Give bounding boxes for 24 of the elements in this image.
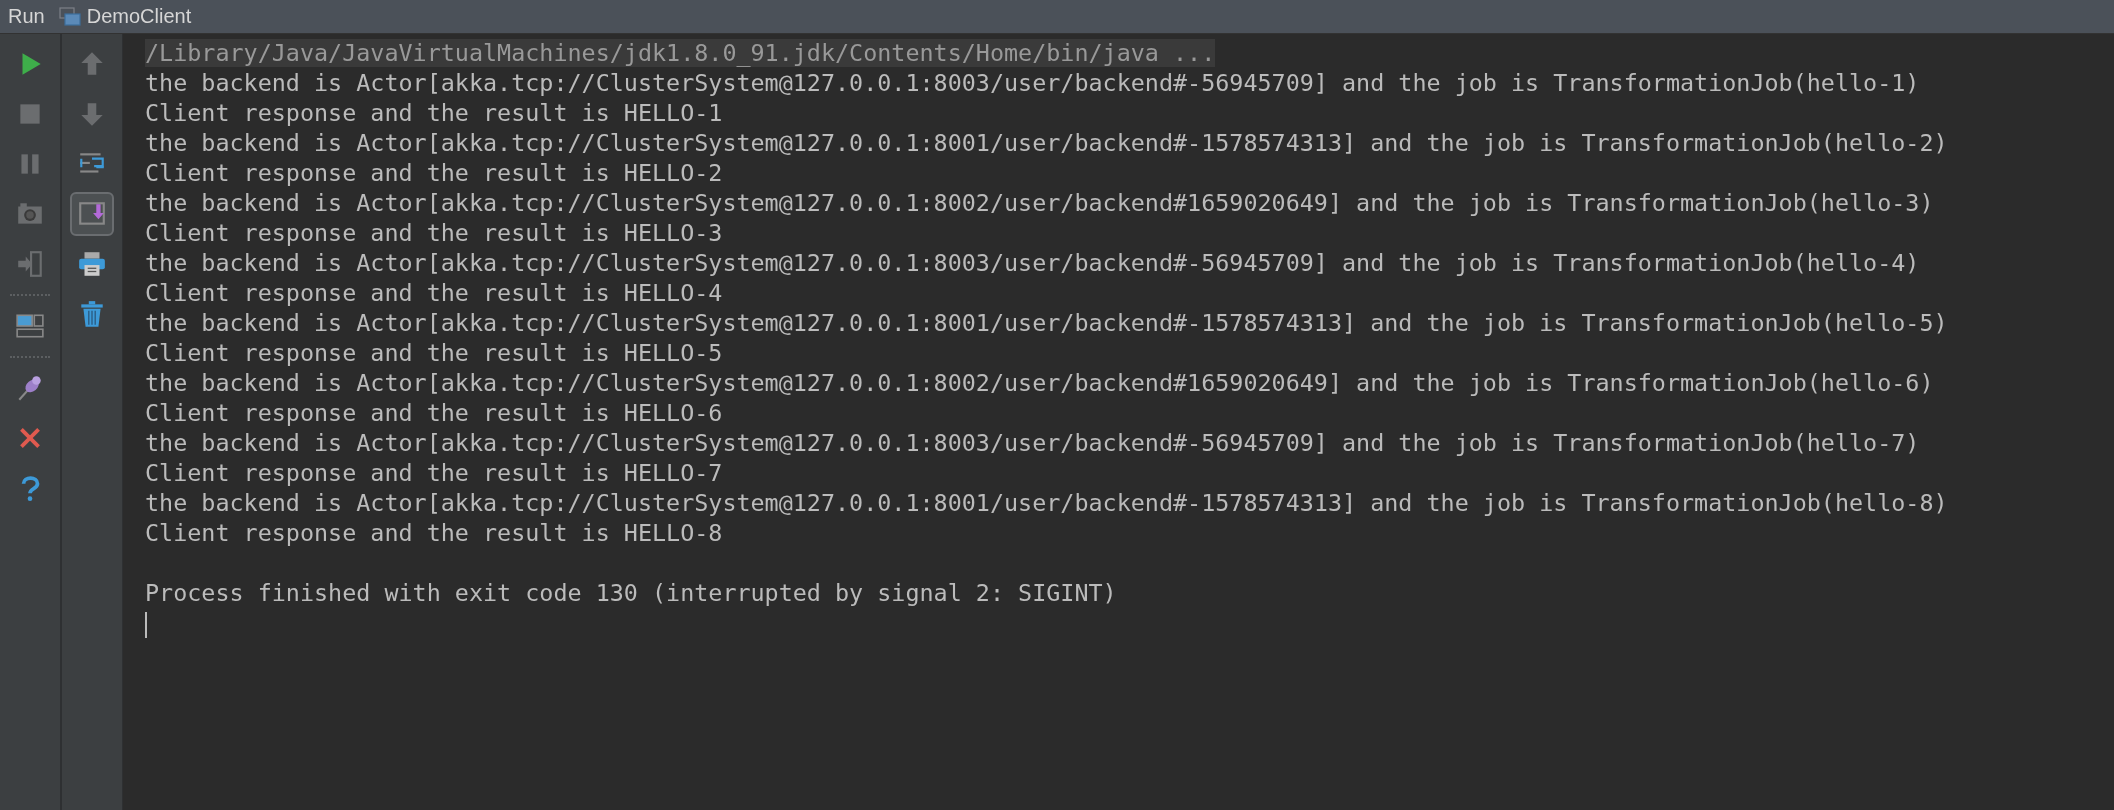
output-line: the backend is Actor[akka.tcp://ClusterSystem@127.0.0.1:8003/user/backend#-56945709] and the job is TransformationJob(hello-1) [145,69,1920,97]
run-configuration-name: DemoClient [86,5,192,28]
output-line: the backend is Actor[akka.tcp://ClusterSystem@127.0.0.1:8002/user/backend#1659020649] and the job is TransformationJob(hello-6) [145,369,1934,397]
output-line: Client response and the result is HELLO-8 [145,519,723,547]
output-line: Client response and the result is HELLO-4 [145,279,723,307]
output-line: Client response and the result is HELLO-6 [145,399,723,427]
output-line: the backend is Actor[akka.tcp://ClusterSystem@127.0.0.1:8001/user/backend#-1578574313] and the job is TransformationJob(hello-8) [145,489,1948,517]
output-line: Process finished with exit code 130 (interrupted by signal 2: SIGINT) [145,579,1117,607]
output-line: Client response and the result is HELLO-3 [145,219,723,247]
print-icon [77,249,107,279]
output-line: the backend is Actor[akka.tcp://ClusterSystem@127.0.0.1:8003/user/backend#-56945709] and the job is TransformationJob(hello-7) [145,429,1920,457]
output-line: Client response and the result is HELLO-5 [145,339,723,367]
exit-icon [15,249,45,279]
tool-window-title: Run [8,5,45,28]
output-line: Client response and the result is HELLO-7 [145,459,723,487]
window-icon [58,6,81,27]
output-line: the backend is Actor[akka.tcp://ClusterSystem@127.0.0.1:8001/user/backend#-1578574313] and the job is TransformationJob(hello-2) [145,129,1948,157]
output-line: Client response and the result is HELLO-1 [145,99,723,127]
output-line: Client response and the result is HELLO-2 [145,159,723,187]
output-line: the backend is Actor[akka.tcp://ClusterSystem@127.0.0.1:8003/user/backend#-56945709] and the job is TransformationJob(hello-4) [145,249,1920,277]
output-line: the backend is Actor[akka.tcp://ClusterSystem@127.0.0.1:8002/user/backend#1659020649] and the job is TransformationJob(hello-3) [145,189,1934,217]
output-line: the backend is Actor[akka.tcp://ClusterSystem@127.0.0.1:8001/user/backend#-1578574313] and the job is TransformationJob(hello-5) [145,309,1948,337]
layout-icon [15,311,45,341]
scroll-to-end-button[interactable] [70,192,114,236]
